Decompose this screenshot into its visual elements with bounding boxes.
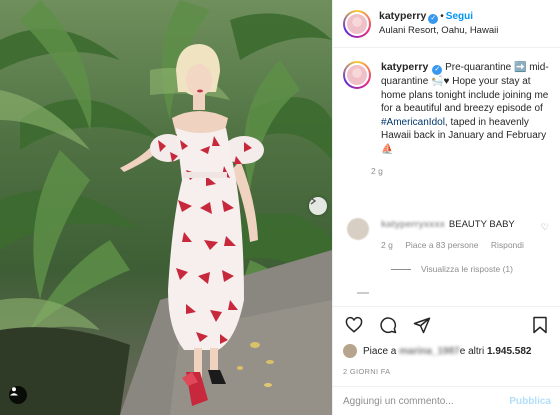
- heart-outline-icon[interactable]: ♡: [541, 222, 549, 233]
- carousel-next-button[interactable]: [309, 197, 327, 215]
- sailboat-emoji: ⛵: [381, 143, 394, 155]
- like-button[interactable]: [343, 314, 365, 336]
- reply-button[interactable]: Rispondi: [491, 240, 524, 250]
- divider-line: [391, 268, 411, 270]
- caption-username[interactable]: katyperry: [381, 61, 428, 73]
- post-date: 2 GIORNI FA: [343, 367, 391, 376]
- liker-username[interactable]: marina_1987: [399, 346, 460, 357]
- likes-count[interactable]: 1.945.582: [487, 346, 532, 357]
- comment-item: katyperryxxxx BEAUTY BABY 2 g Piace a 83 …: [343, 218, 551, 252]
- separator-dot: •: [440, 11, 444, 22]
- liker-avatar: [343, 344, 357, 358]
- comment-icon: [380, 317, 397, 334]
- comment-time: 2 g: [381, 240, 393, 250]
- verified-badge-icon: ✓: [432, 65, 443, 75]
- comment-avatar[interactable]: [347, 218, 369, 240]
- tagged-users-button[interactable]: [9, 386, 27, 404]
- location-link[interactable]: Aulani Resort, Oahu, Hawaii: [379, 24, 498, 37]
- view-replies-label: Visualizza le risposte (1): [421, 264, 513, 274]
- user-tag-icon: [10, 387, 18, 396]
- comment-username[interactable]: katyperryxxxx: [381, 219, 445, 230]
- bath-heart-emoji: 🛀🏼♥: [431, 76, 450, 87]
- share-button[interactable]: [411, 314, 433, 336]
- photo-illustration: [0, 0, 332, 415]
- add-comment-bar: Pubblica: [333, 386, 560, 415]
- caption: katyperry ✓ Pre-quarantine ➡️ mid-quarant…: [343, 61, 551, 176]
- likes-summary[interactable]: Piace a marina_1987 e altri 1.945.582: [333, 343, 560, 359]
- caption-text: katyperry ✓ Pre-quarantine ➡️ mid-quarant…: [381, 61, 551, 156]
- post-header: katyperry ✓ • Segui Aulani Resort, Oahu, Ha…: [333, 0, 560, 48]
- caption-avatar[interactable]: [343, 61, 371, 89]
- bookmark-icon: [533, 316, 547, 334]
- publish-button[interactable]: Pubblica: [509, 396, 551, 407]
- comment-input[interactable]: [343, 396, 510, 407]
- next-comment-placeholder: [357, 292, 369, 294]
- comments-section[interactable]: katyperry ✓ Pre-quarantine ➡️ mid-quarant…: [333, 49, 560, 299]
- caption-part: Pre-quarantine: [445, 62, 514, 73]
- likes-middle: e altri: [459, 345, 485, 357]
- heart-icon: [345, 316, 363, 333]
- comment-likes[interactable]: Piace a 83 persone: [405, 240, 478, 250]
- likes-prefix: Piace a: [363, 345, 397, 357]
- caption-time: 2 g: [371, 166, 383, 176]
- post-photo[interactable]: [0, 0, 332, 415]
- comment-button[interactable]: [377, 314, 399, 336]
- username-link[interactable]: katyperry: [379, 10, 426, 22]
- comment-text: BEAUTY BABY: [448, 219, 515, 230]
- follow-button[interactable]: Segui: [446, 11, 473, 22]
- avatar[interactable]: [343, 9, 371, 38]
- view-replies-button[interactable]: Visualizza le risposte (1): [391, 264, 551, 274]
- save-button[interactable]: [529, 314, 551, 336]
- verified-badge-icon: ✓: [428, 14, 439, 24]
- hashtag-link[interactable]: #AmericanIdol: [381, 117, 445, 128]
- chevron-right-icon: [310, 197, 317, 205]
- right-arrow-emoji: ➡️: [514, 62, 527, 73]
- post-details-panel: katyperry ✓ • Segui Aulani Resort, Oahu, Ha…: [332, 0, 560, 415]
- post-actions: Piace a marina_1987 e altri 1.945.582 2 …: [333, 306, 560, 415]
- paper-plane-icon: [413, 317, 431, 334]
